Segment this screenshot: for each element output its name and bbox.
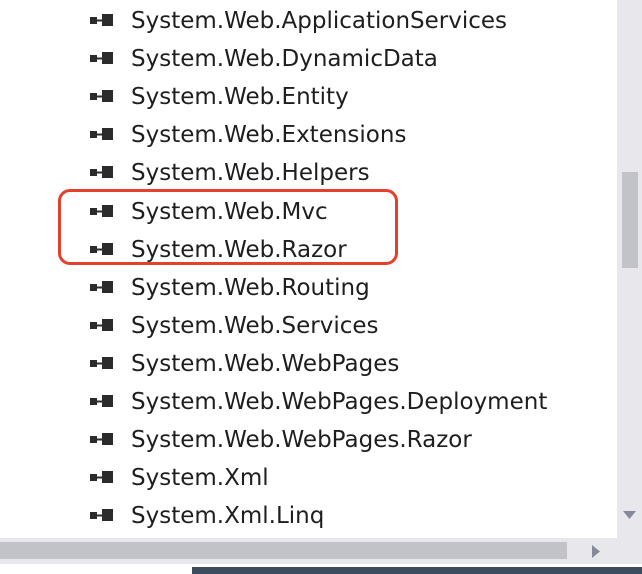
reference-label: System.Web.WebPages.Deployment xyxy=(131,389,548,415)
assembly-reference-icon xyxy=(90,433,113,446)
assembly-reference-icon xyxy=(90,395,113,407)
reference-item[interactable]: System.Web.WebPages.Razor xyxy=(0,421,617,459)
assembly-reference-icon xyxy=(90,509,113,522)
reference-item[interactable]: System.Web.DynamicData xyxy=(0,40,617,78)
vertical-scrollbar-thumb[interactable] xyxy=(622,172,638,268)
reference-label: System.Web.DynamicData xyxy=(131,46,438,73)
reference-item[interactable]: System.Xml.Linq xyxy=(0,497,617,535)
reference-item[interactable]: System.Web.Routing xyxy=(0,269,617,307)
assembly-reference-icon xyxy=(90,128,113,141)
scroll-down-arrow-icon[interactable] xyxy=(621,508,638,522)
assembly-reference-icon xyxy=(90,204,113,217)
reference-label: System.Web.Extensions xyxy=(131,122,407,149)
reference-label: System.Web.WebPages xyxy=(131,350,400,377)
reference-item[interactable]: System.Web.Entity xyxy=(0,78,617,116)
reference-label: System.Xml xyxy=(131,465,269,492)
reference-item[interactable]: System.Xml xyxy=(0,459,617,497)
reference-item[interactable]: System.Web.Razor xyxy=(0,231,617,269)
scroll-right-arrow-icon[interactable] xyxy=(589,543,603,560)
reference-label: System.Web.Mvc xyxy=(131,198,328,225)
assembly-reference-icon xyxy=(90,166,113,179)
assembly-reference-icon xyxy=(90,52,113,65)
reference-item[interactable]: System.Web.ApplicationServices xyxy=(0,2,617,40)
assembly-reference-icon xyxy=(90,356,113,369)
assembly-reference-icon xyxy=(90,471,113,484)
adjacent-window-edge xyxy=(192,567,642,574)
reference-label: System.Web.Services xyxy=(131,312,379,339)
reference-item[interactable]: System.Web.Helpers xyxy=(0,154,617,192)
scrollbar-corner xyxy=(617,538,642,564)
horizontal-scrollbar-thumb[interactable] xyxy=(0,542,567,559)
assembly-reference-icon xyxy=(90,14,113,26)
reference-item[interactable]: System.Web.Services xyxy=(0,307,617,345)
reference-item[interactable]: System.Web.WebPages.Deployment xyxy=(0,383,617,421)
assembly-reference-icon xyxy=(90,242,113,255)
reference-label: System.Web.Helpers xyxy=(131,160,370,187)
vertical-scrollbar[interactable] xyxy=(617,0,642,538)
solution-explorer-references-panel: System.Web.ApplicationServices System.Web… xyxy=(0,0,642,574)
assembly-reference-icon xyxy=(90,318,113,331)
reference-label: System.Web.WebPages.Razor xyxy=(131,427,472,454)
reference-label: System.Web.Entity xyxy=(131,84,349,111)
reference-label: System.Web.Routing xyxy=(131,274,370,301)
reference-item[interactable]: System.Web.Mvc xyxy=(0,193,617,231)
reference-label: System.Xml.Linq xyxy=(131,503,325,530)
assembly-reference-icon xyxy=(90,280,113,293)
reference-item[interactable]: System.Web.Extensions xyxy=(0,116,617,154)
reference-label: System.Web.ApplicationServices xyxy=(131,8,508,34)
assembly-reference-icon xyxy=(90,90,113,103)
reference-item[interactable]: System.Web.WebPages xyxy=(0,345,617,383)
references-list: System.Web.ApplicationServices System.Web… xyxy=(0,0,617,538)
horizontal-scrollbar[interactable] xyxy=(0,538,617,564)
reference-label: System.Web.Razor xyxy=(131,236,347,263)
